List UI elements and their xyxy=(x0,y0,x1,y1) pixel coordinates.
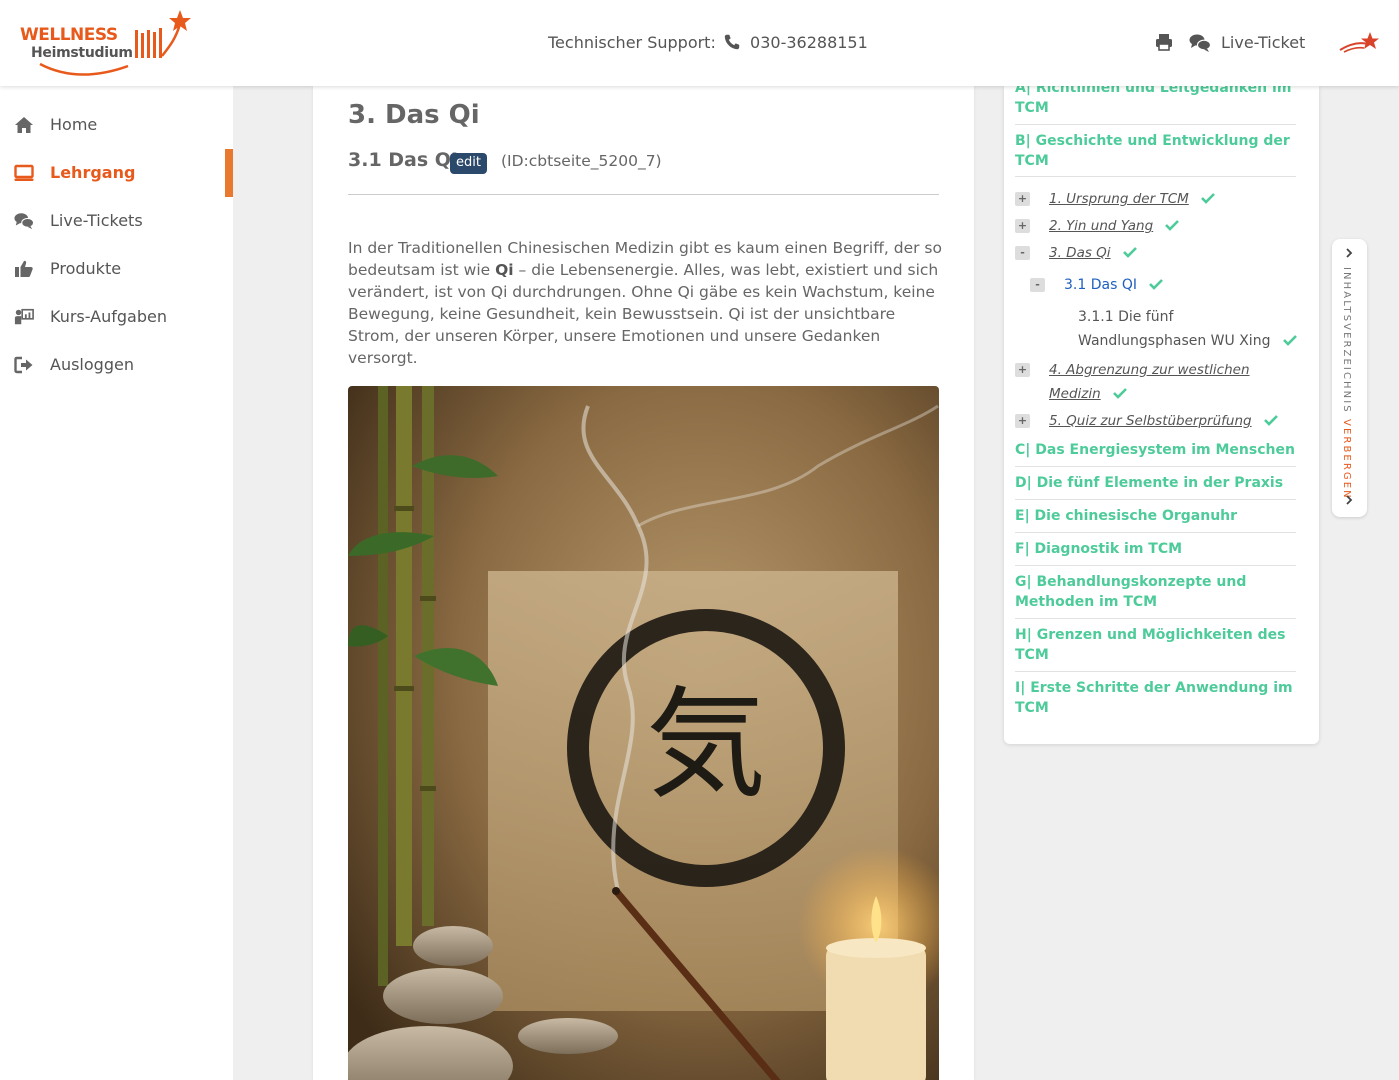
sidebar-nav: Home Lehrgang Live-Tickets Produkte Kurs… xyxy=(0,86,233,1080)
toc-subpage[interactable]: 3.1.1 Die fünf Wandlungsphasen WU Xing xyxy=(1078,305,1298,353)
check-icon xyxy=(1122,247,1137,258)
sidebar-item-label: Lehrgang xyxy=(50,163,136,182)
toc-tab-label: INHALTSVERZEICHNIS VERBERGEN xyxy=(1341,267,1352,500)
toc-tab-title: INHALTSVERZEICHNIS xyxy=(1341,267,1352,414)
toc-section-d[interactable]: D| Die fünf Elemente in der Praxis xyxy=(1015,473,1296,493)
divider xyxy=(1015,671,1296,672)
collapse-toggle[interactable]: - xyxy=(1030,278,1045,292)
divider xyxy=(1015,499,1296,500)
home-icon xyxy=(15,117,33,133)
divider xyxy=(348,194,939,195)
toc-section-c[interactable]: C| Das Energiesystem im Menschen xyxy=(1015,440,1296,460)
expand-toggle[interactable]: + xyxy=(1015,192,1030,206)
print-icon[interactable] xyxy=(1154,32,1174,52)
tech-support: Technischer Support: 030-36288151 xyxy=(548,33,868,52)
sidebar-item-label: Produkte xyxy=(50,259,122,278)
check-icon xyxy=(1201,193,1215,204)
toc-section-e[interactable]: E| Die chinesische Organuhr xyxy=(1015,506,1296,526)
lesson-image: 気 xyxy=(348,386,939,1080)
toc-chapter-5[interactable]: 5. Quiz zur Selbstüberprüfung xyxy=(1049,409,1278,433)
toc-chapter-1[interactable]: 1. Ursprung der TCM xyxy=(1049,187,1215,211)
toc-chapter-label[interactable]: 4. Abgrenzung zur westlichen Medizin xyxy=(1049,362,1250,402)
check-icon xyxy=(1149,279,1164,290)
check-icon xyxy=(1282,335,1297,346)
toc-chapter-2[interactable]: 2. Yin und Yang xyxy=(1049,214,1180,238)
sidebar-item-label: Home xyxy=(50,115,98,134)
table-of-contents: A| Richtlinien und Leitgedanken im TCM B… xyxy=(1004,86,1319,744)
chat-icon xyxy=(14,213,34,230)
expand-toggle[interactable]: + xyxy=(1015,414,1030,428)
wellness-heimstudium-logo[interactable]: WELLNESS Heimstudium xyxy=(18,8,193,78)
toc-section-h[interactable]: H| Grenzen und Möglichkeiten des TCM xyxy=(1015,625,1296,665)
star-logo-icon xyxy=(1339,32,1379,53)
divider xyxy=(1015,565,1296,566)
lesson-paragraph: In der Traditionellen Chinesischen Mediz… xyxy=(348,237,943,369)
toc-section-b[interactable]: B| Geschichte und Entwicklung der TCM xyxy=(1015,131,1296,171)
page-id: (ID:cbtseite_5200_7) xyxy=(501,152,662,170)
toc-chapter-label[interactable]: 3. Das Qi xyxy=(1049,245,1111,261)
toc-chapter-4[interactable]: 4. Abgrenzung zur westlichen Medizin xyxy=(1049,358,1289,406)
check-icon xyxy=(1263,415,1278,426)
toc-section-f[interactable]: F| Diagnostik im TCM xyxy=(1015,539,1296,559)
edit-button[interactable]: edit xyxy=(450,153,487,174)
calligraphy-qi: 気 xyxy=(646,676,766,815)
support-phone[interactable]: 030-36288151 xyxy=(750,33,868,52)
expand-toggle[interactable]: + xyxy=(1015,363,1030,377)
sidebar-item-label: Ausloggen xyxy=(50,355,134,374)
divider xyxy=(1015,618,1296,619)
sidebar-item-produkte[interactable]: Produkte xyxy=(0,245,233,293)
toc-section-a[interactable]: A| Richtlinien und Leitgedanken im TCM xyxy=(1015,86,1296,118)
sidebar-item-lehrgang[interactable]: Lehrgang xyxy=(0,149,233,197)
check-icon xyxy=(1113,388,1127,399)
toc-chapter-label[interactable]: 5. Quiz zur Selbstüberprüfung xyxy=(1049,413,1252,429)
expand-toggle[interactable]: + xyxy=(1015,219,1030,233)
toc-hide-label[interactable]: VERBERGEN xyxy=(1341,419,1352,500)
toc-current-page[interactable]: 3.1 Das QI xyxy=(1064,273,1164,297)
sidebar-item-live-tickets[interactable]: Live-Tickets xyxy=(0,197,233,245)
classroom-icon xyxy=(14,308,34,325)
top-header: WELLNESS Heimstudium Technischer Support… xyxy=(0,0,1399,86)
logout-icon xyxy=(14,356,33,374)
toc-chapter-3[interactable]: 3. Das Qi xyxy=(1049,241,1137,265)
phone-icon xyxy=(724,34,740,50)
sidebar-item-home[interactable]: Home xyxy=(0,101,233,149)
divider xyxy=(1015,466,1296,467)
sidebar-item-label: Live-Tickets xyxy=(50,211,143,230)
lesson-content: 3. Das Qi 3.1 Das QI edit (ID:cbtseite_5… xyxy=(313,86,974,1080)
live-ticket-link[interactable]: Live-Ticket xyxy=(1221,33,1305,52)
chat-icon[interactable] xyxy=(1189,33,1211,53)
sidebar-item-label: Kurs-Aufgaben xyxy=(50,307,167,326)
toc-current-label[interactable]: 3.1 Das QI xyxy=(1064,277,1137,293)
thumbs-up-icon xyxy=(15,260,33,277)
collapse-toggle[interactable]: - xyxy=(1015,246,1030,260)
toc-chapter-label[interactable]: 2. Yin und Yang xyxy=(1049,218,1153,234)
sidebar-item-kurs-aufgaben[interactable]: Kurs-Aufgaben xyxy=(0,293,233,341)
qi-incense-scene-image: 気 xyxy=(348,386,939,1080)
check-icon xyxy=(1165,220,1180,231)
toc-section-g[interactable]: G| Behandlungskonzepte und Methoden im T… xyxy=(1015,572,1296,612)
divider xyxy=(1015,532,1296,533)
chevron-right-icon xyxy=(1346,495,1353,505)
toc-toggle-tab[interactable]: INHALTSVERZEICHNIS VERBERGEN xyxy=(1332,239,1367,517)
toc-chapter-label[interactable]: 1. Ursprung der TCM xyxy=(1049,191,1189,207)
support-label: Technischer Support: xyxy=(548,33,716,52)
logo-wordmark-top: WELLNESS xyxy=(20,25,118,45)
toc-subpage-label[interactable]: 3.1.1 Die fünf Wandlungsphasen WU Xing xyxy=(1078,309,1270,349)
page-subtitle: 3.1 Das QI xyxy=(348,149,459,171)
chevron-right-icon xyxy=(1346,248,1353,258)
divider xyxy=(1015,124,1296,125)
paragraph-bold-term: Qi xyxy=(495,261,514,279)
toc-section-i[interactable]: I| Erste Schritte der Anwendung im TCM xyxy=(1015,678,1296,718)
monitor-icon xyxy=(14,164,34,181)
divider xyxy=(1015,176,1296,177)
logo-wordmark-bottom: Heimstudium xyxy=(31,45,133,61)
chapter-title: 3. Das Qi xyxy=(348,100,480,130)
sidebar-item-ausloggen[interactable]: Ausloggen xyxy=(0,341,233,389)
